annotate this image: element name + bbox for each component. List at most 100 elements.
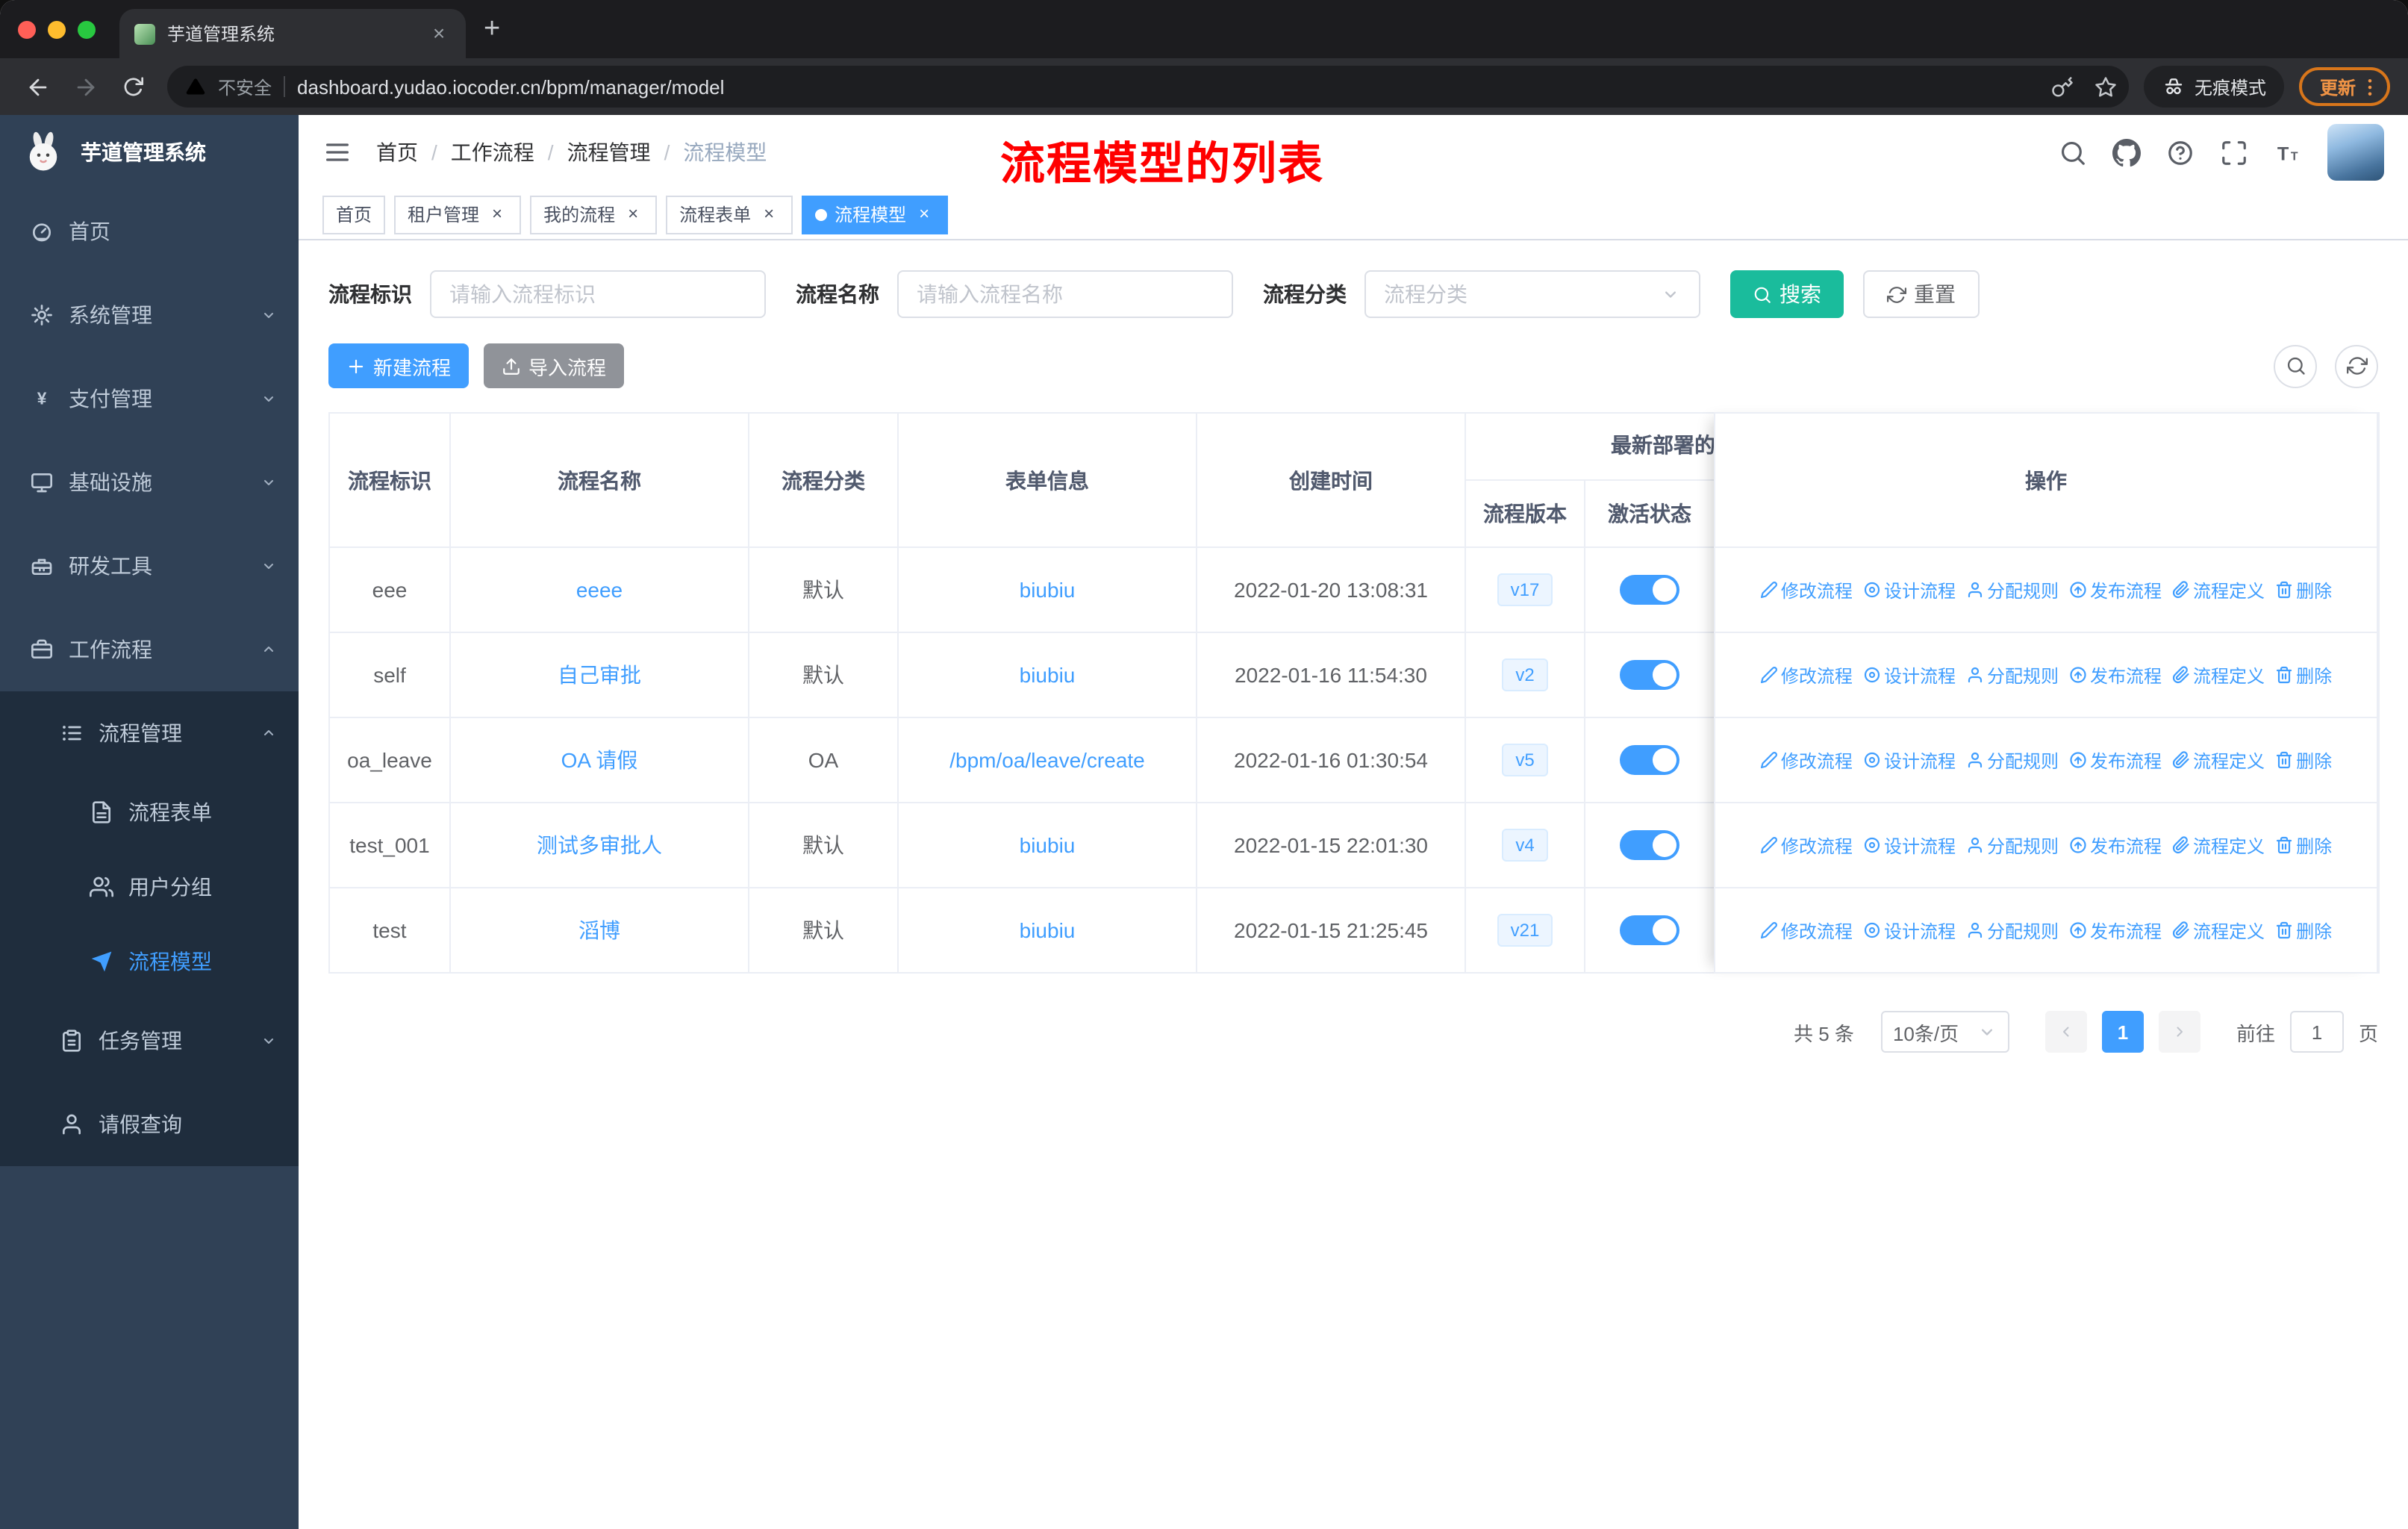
sidebar-item-workflow[interactable]: 工作流程	[0, 608, 299, 691]
process-name-input[interactable]	[897, 270, 1233, 318]
process-name-link[interactable]: 滔博	[578, 918, 620, 942]
op-assign-link[interactable]: 分配规则	[1966, 747, 2059, 773]
op-definition-link[interactable]: 流程定义	[2172, 832, 2265, 858]
password-key-icon[interactable]	[2051, 75, 2074, 98]
op-publish-link[interactable]: 发布流程	[2069, 747, 2162, 773]
breadcrumb-process-mgmt[interactable]: 流程管理	[567, 137, 651, 167]
tag-close-icon[interactable]	[487, 204, 508, 225]
tag-tenant-mgmt[interactable]: 租户管理	[394, 195, 522, 234]
page-number-button[interactable]: 1	[2101, 1011, 2144, 1053]
window-close-button[interactable]	[18, 20, 36, 38]
active-toggle[interactable]	[1620, 575, 1679, 605]
toggle-search-button[interactable]	[2274, 344, 2317, 387]
tag-home[interactable]: 首页	[322, 195, 386, 234]
active-toggle[interactable]	[1620, 915, 1679, 945]
process-name-link[interactable]: eeee	[576, 578, 623, 602]
sidebar-toggle-button[interactable]	[322, 137, 352, 167]
bookmark-star-icon[interactable]	[2094, 75, 2117, 98]
sidebar-item-infra[interactable]: 基础设施	[0, 440, 299, 524]
process-name-link[interactable]: OA 请假	[561, 748, 638, 772]
op-delete-link[interactable]: 删除	[2275, 747, 2332, 773]
process-id-input[interactable]	[430, 270, 766, 318]
active-toggle[interactable]	[1620, 745, 1679, 775]
process-name-link[interactable]: 测试多审批人	[537, 833, 662, 857]
active-toggle[interactable]	[1620, 830, 1679, 860]
kebab-menu-icon[interactable]	[2359, 75, 2381, 98]
op-design-link[interactable]: 设计流程	[1863, 577, 1956, 602]
reload-button[interactable]	[113, 67, 152, 106]
sidebar-item-process-mgmt[interactable]: 流程管理	[0, 691, 299, 775]
sidebar-item-devtools[interactable]: 研发工具	[0, 524, 299, 608]
search-button[interactable]: 搜索	[1730, 270, 1844, 318]
op-delete-link[interactable]: 删除	[2275, 918, 2332, 943]
active-toggle[interactable]	[1620, 660, 1679, 690]
tag-process-form[interactable]: 流程表单	[666, 195, 793, 234]
back-button[interactable]	[18, 67, 57, 106]
op-assign-link[interactable]: 分配规则	[1966, 662, 2059, 688]
browser-update-button[interactable]: 更新	[2298, 67, 2390, 106]
op-publish-link[interactable]: 发布流程	[2069, 918, 2162, 943]
form-info-link[interactable]: biubiu	[1020, 833, 1076, 857]
reset-button[interactable]: 重置	[1863, 270, 1980, 318]
sidebar-item-system[interactable]: 系统管理	[0, 273, 299, 357]
op-publish-link[interactable]: 发布流程	[2069, 832, 2162, 858]
op-assign-link[interactable]: 分配规则	[1966, 918, 2059, 943]
window-minimize-button[interactable]	[48, 20, 66, 38]
op-delete-link[interactable]: 删除	[2275, 662, 2332, 688]
sidebar-item-process-model[interactable]: 流程模型	[0, 924, 299, 999]
op-publish-link[interactable]: 发布流程	[2069, 577, 2162, 602]
not-secure-label[interactable]: 不安全	[218, 74, 272, 99]
op-modify-link[interactable]: 修改流程	[1760, 577, 1853, 602]
sidebar-item-task-mgmt[interactable]: 任务管理	[0, 999, 299, 1083]
tab-close-icon[interactable]	[427, 22, 451, 46]
window-maximize-button[interactable]	[78, 20, 96, 38]
refresh-table-button[interactable]	[2335, 344, 2378, 387]
form-info-link[interactable]: /bpm/oa/leave/create	[949, 748, 1145, 772]
sidebar-item-home[interactable]: 首页	[0, 190, 299, 273]
form-info-link[interactable]: biubiu	[1020, 578, 1076, 602]
sidebar-item-user-group[interactable]: 用户分组	[0, 850, 299, 924]
op-design-link[interactable]: 设计流程	[1863, 662, 1956, 688]
tag-my-process[interactable]: 我的流程	[530, 195, 658, 234]
op-delete-link[interactable]: 删除	[2275, 577, 2332, 602]
tag-close-icon[interactable]	[758, 204, 779, 225]
process-name-link[interactable]: 自己审批	[558, 663, 641, 687]
url-text[interactable]: dashboard.yudao.iocoder.cn/bpm/manager/m…	[297, 75, 2030, 98]
tag-close-icon[interactable]	[623, 204, 643, 225]
user-avatar[interactable]	[2327, 124, 2384, 181]
op-assign-link[interactable]: 分配规则	[1966, 832, 2059, 858]
op-assign-link[interactable]: 分配规则	[1966, 577, 2059, 602]
breadcrumb-workflow[interactable]: 工作流程	[451, 137, 534, 167]
op-modify-link[interactable]: 修改流程	[1760, 747, 1853, 773]
category-select[interactable]: 流程分类	[1364, 270, 1700, 318]
page-size-select[interactable]: 10条/页	[1880, 1011, 2009, 1053]
op-design-link[interactable]: 设计流程	[1863, 918, 1956, 943]
tag-process-model[interactable]: 流程模型	[802, 195, 949, 234]
op-modify-link[interactable]: 修改流程	[1760, 918, 1853, 943]
fullscreen-icon[interactable]	[2220, 138, 2248, 166]
goto-page-input[interactable]	[2289, 1011, 2344, 1053]
op-definition-link[interactable]: 流程定义	[2172, 747, 2265, 773]
create-process-button[interactable]: 新建流程	[328, 343, 470, 388]
op-modify-link[interactable]: 修改流程	[1760, 662, 1853, 688]
op-delete-link[interactable]: 删除	[2275, 832, 2332, 858]
browser-tab[interactable]: 芋道管理系统	[119, 9, 466, 58]
op-definition-link[interactable]: 流程定义	[2172, 662, 2265, 688]
op-design-link[interactable]: 设计流程	[1863, 832, 1956, 858]
sidebar-item-process-form[interactable]: 流程表单	[0, 775, 299, 850]
next-page-button[interactable]	[2158, 1011, 2200, 1053]
github-icon[interactable]	[2112, 138, 2141, 166]
import-process-button[interactable]: 导入流程	[484, 343, 625, 388]
search-icon[interactable]	[2059, 138, 2087, 166]
tag-close-icon[interactable]	[914, 204, 935, 225]
op-definition-link[interactable]: 流程定义	[2172, 577, 2265, 602]
form-info-link[interactable]: biubiu	[1020, 918, 1076, 942]
op-modify-link[interactable]: 修改流程	[1760, 832, 1853, 858]
prev-page-button[interactable]	[2044, 1011, 2087, 1053]
forward-button[interactable]	[66, 67, 105, 106]
breadcrumb-home[interactable]: 首页	[376, 137, 418, 167]
op-publish-link[interactable]: 发布流程	[2069, 662, 2162, 688]
address-bar[interactable]: 不安全 dashboard.yudao.iocoder.cn/bpm/manag…	[167, 66, 2129, 108]
sidebar-item-pay[interactable]: 支付管理	[0, 357, 299, 440]
sidebar-item-leave-query[interactable]: 请假查询	[0, 1083, 299, 1166]
